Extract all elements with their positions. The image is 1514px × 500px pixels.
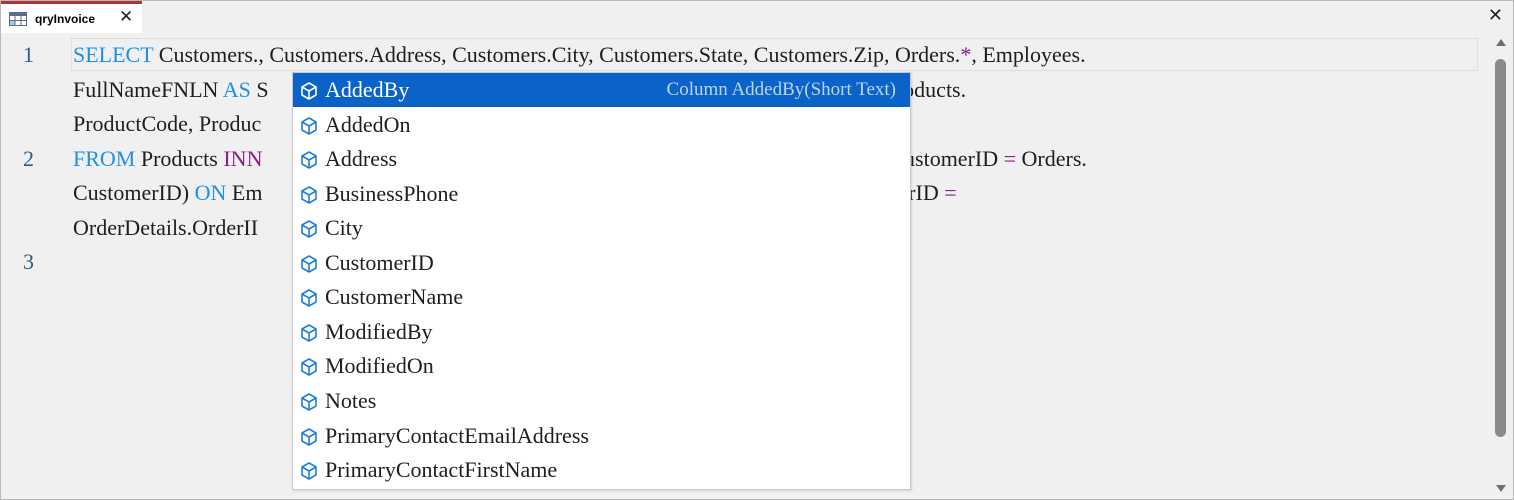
sql-keyword: AS [222, 76, 251, 102]
document-tab-strip: qryInvoice ✕ ✕ [1, 1, 1513, 33]
sql-operator: = [944, 180, 957, 205]
scroll-up-icon[interactable] [1496, 39, 1506, 46]
query-icon [9, 12, 27, 26]
autocomplete-item[interactable]: ModifiedBy [293, 315, 910, 349]
code-line: ProductCode, Produc [73, 107, 261, 141]
autocomplete-item[interactable]: PrimaryContactFirstName [293, 453, 910, 487]
code-text: OrderDetails.OrderII [73, 214, 259, 240]
column-cube-icon [299, 427, 319, 447]
scroll-down-icon[interactable] [1496, 485, 1506, 492]
column-cube-icon [299, 219, 319, 239]
sql-operator: * [960, 42, 972, 67]
autocomplete-item[interactable]: BusinessPhone [293, 177, 910, 211]
autocomplete-item[interactable]: ModifiedOn [293, 349, 910, 383]
autocomplete-item-label: ModifiedBy [325, 318, 433, 344]
autocomplete-item-label: Address [325, 146, 398, 172]
autocomplete-item[interactable]: Address [293, 142, 910, 176]
line-number: 3 [23, 249, 34, 274]
sql-keyword: ON [194, 180, 227, 205]
sql-keyword: FROM [73, 145, 136, 171]
column-cube-icon [299, 254, 319, 274]
column-cube-icon [299, 150, 319, 170]
code-text: FullNameFNLN [73, 76, 223, 102]
code-text: Customers., Customers.Address, Customers… [153, 42, 961, 67]
code-text: CustomerID) [73, 180, 195, 205]
autocomplete-item-label: AddedOn [325, 111, 411, 137]
autocomplete-item[interactable]: Notes [293, 384, 910, 418]
autocomplete-item-label: CustomerName [325, 284, 464, 310]
close-tab-icon[interactable]: ✕ [119, 7, 133, 27]
autocomplete-item-label: PrimaryContactEmailAddress [325, 422, 589, 448]
scrollbar-thumb[interactable] [1495, 59, 1506, 437]
column-cube-icon [299, 392, 319, 412]
code-line: SELECT Customers., Customers.Address, Cu… [73, 38, 1086, 72]
sql-keyword: SELECT [73, 42, 154, 67]
code-text: , Employees. [971, 42, 1086, 67]
code-text: Products [135, 145, 224, 171]
column-cube-icon [299, 288, 319, 308]
autocomplete-item[interactable]: PrimaryContactEmailAddress [293, 419, 910, 453]
autocomplete-item-label: City [325, 215, 363, 241]
autocomplete-item[interactable]: CustomerID [293, 246, 910, 280]
code-text: ProductCode, Produc [73, 111, 262, 136]
column-cube-icon [299, 116, 319, 136]
autocomplete-list[interactable]: AddedBy Column AddedBy(Short Text) AddedOn… [292, 72, 911, 490]
autocomplete-item-label: CustomerID [325, 249, 434, 275]
autocomplete-item-label: PrimaryContactFirstName [325, 457, 558, 483]
autocomplete-item[interactable]: City [293, 211, 910, 245]
sql-keyword: INN [223, 145, 263, 171]
code-line: OrderDetails.OrderII [73, 211, 258, 245]
column-cube-icon [299, 461, 319, 481]
code-text: Orders. [1016, 145, 1087, 171]
autocomplete-item-label: ModifiedOn [325, 353, 434, 379]
tab-qryinvoice[interactable]: qryInvoice ✕ [1, 1, 142, 33]
autocomplete-item-description: Column AddedBy(Short Text) [666, 79, 896, 100]
line-number: 2 [23, 145, 34, 171]
autocomplete-item-selected[interactable]: AddedBy Column AddedBy(Short Text) [293, 73, 910, 107]
code-text: Em [226, 180, 263, 205]
autocomplete-item-label: AddedBy [325, 77, 410, 102]
autocomplete-item-label: BusinessPhone [325, 180, 459, 206]
column-cube-icon [299, 323, 319, 343]
column-cube-icon [299, 357, 319, 377]
autocomplete-item-label: Notes [325, 387, 377, 413]
query-window: qryInvoice ✕ ✕ 1 2 3 SELECT Customers., Cus… [0, 0, 1514, 500]
sql-operator: = [1003, 145, 1017, 171]
autocomplete-item[interactable]: CustomerName [293, 280, 910, 314]
autocomplete-item[interactable]: AddedOn [293, 108, 910, 142]
close-window-icon[interactable]: ✕ [1488, 6, 1503, 26]
code-text: S [250, 76, 269, 102]
column-cube-icon [299, 81, 319, 101]
vertical-scrollbar[interactable] [1490, 35, 1512, 499]
column-cube-icon [299, 185, 319, 205]
tab-title: qryInvoice [35, 12, 96, 26]
line-number: 1 [23, 42, 34, 67]
